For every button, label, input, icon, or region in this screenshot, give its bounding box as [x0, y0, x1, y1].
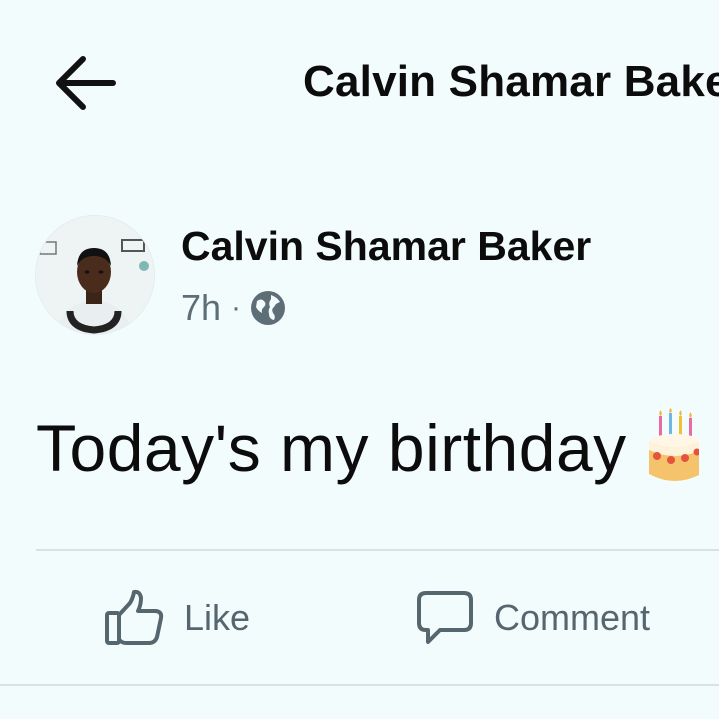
avatar-photo: [36, 216, 154, 334]
divider: [36, 549, 719, 551]
globe-icon[interactable]: [249, 289, 287, 327]
birthday-cake-icon: [639, 408, 701, 488]
author-name[interactable]: Calvin Shamar Baker: [181, 222, 591, 270]
page-title: Calvin Shamar Baker: [303, 57, 719, 106]
back-button[interactable]: [46, 50, 122, 116]
meta-separator: ·: [231, 291, 242, 324]
divider: [0, 684, 719, 686]
like-label: Like: [184, 597, 251, 638]
post-text: Today's my birthday: [36, 411, 627, 485]
comment-label: Comment: [494, 597, 651, 638]
top-bar: Calvin Shamar Baker: [0, 0, 719, 170]
post-header: Calvin Shamar Baker 7h ·: [36, 216, 719, 336]
post-body: Today's my birthday: [36, 408, 701, 488]
thumbs-up-icon: [105, 589, 164, 645]
like-button[interactable]: Like: [104, 586, 250, 650]
comment-button[interactable]: Comment: [416, 586, 650, 650]
post-time: 7h: [181, 287, 222, 328]
post-meta: 7h ·: [181, 286, 287, 330]
speech-bubble-icon: [417, 591, 473, 644]
avatar[interactable]: [36, 216, 154, 334]
arrow-left-icon: [56, 56, 116, 110]
